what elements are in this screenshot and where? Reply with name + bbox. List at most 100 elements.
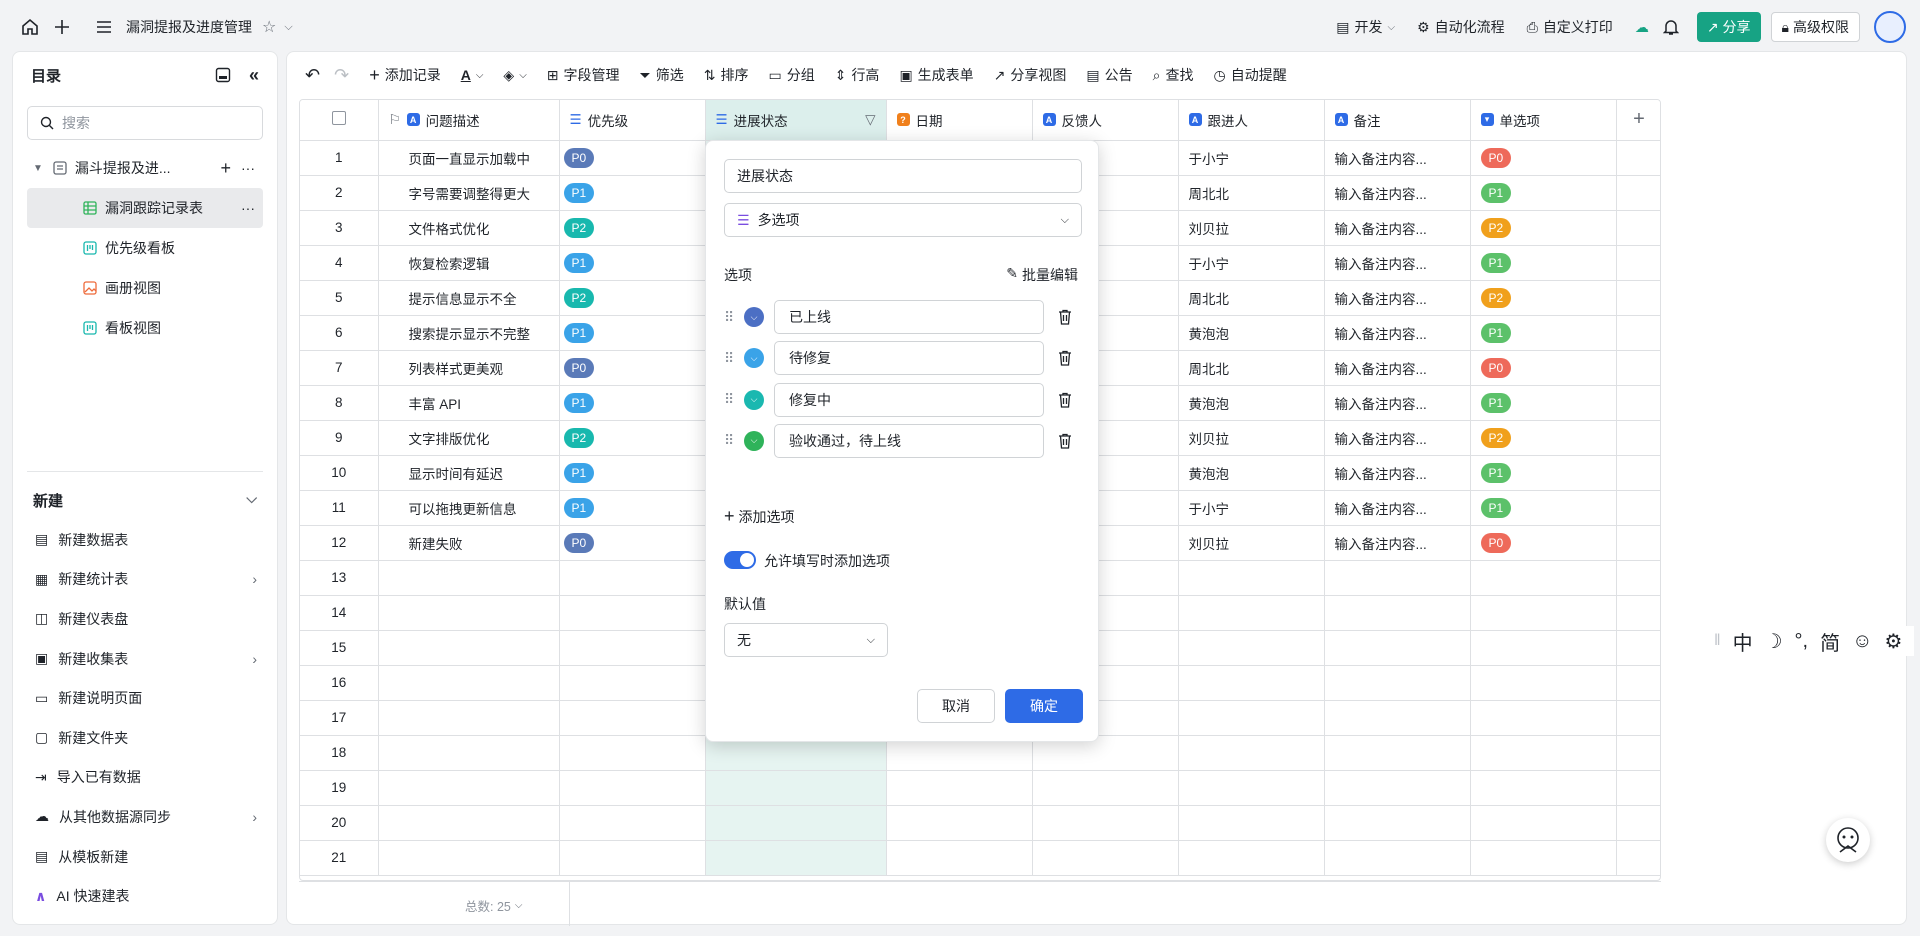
ime-simplified[interactable]: 简 [1820,627,1840,656]
batch-edit-button[interactable]: ✎ 批量编辑 [1006,265,1078,285]
sidebar-item-folder[interactable]: ▼ 漏斗提报及进... + ··· [13,148,277,188]
generate-form-button[interactable]: ▣ 生成表单 [899,65,973,85]
follower-cell[interactable]: 周北北 [1178,350,1325,386]
sort-button[interactable]: ⇅ 排序 [704,65,749,85]
column-header-desc[interactable]: ⚐ A 问题描述 [378,100,560,141]
more-icon[interactable]: ··· [241,160,255,176]
ime-grip-icon[interactable]: ‖ [1714,632,1721,650]
new-section-header[interactable]: 新建 ⌵ [33,490,257,511]
follower-cell[interactable]: 刘贝拉 [1178,210,1325,246]
desc-cell[interactable]: 页面一直显示加载中 [378,140,560,176]
empty-cell[interactable] [378,700,560,736]
empty-cell[interactable] [1178,840,1325,876]
priority-cell[interactable]: P1 [559,490,706,526]
field-type-select[interactable]: ☰ 多选项 ⌵ [724,203,1082,237]
column-header-follower[interactable]: A 跟进人 [1178,100,1325,141]
follower-cell[interactable]: 黄泡泡 [1178,315,1325,351]
find-button[interactable]: ⌕ 查找 [1153,65,1194,85]
empty-cell[interactable] [705,840,887,876]
trash-icon[interactable] [1058,392,1072,408]
option-color-picker[interactable]: ⌵ [744,430,764,451]
assistant-bot-icon[interactable] [1826,818,1870,862]
note-cell[interactable]: 输入备注内容... [1324,245,1471,281]
home-icon[interactable] [14,11,46,43]
follower-cell[interactable]: 于小宁 [1178,140,1325,176]
single-cell[interactable]: P0 [1470,350,1617,386]
empty-cell[interactable] [378,805,560,841]
allow-add-toggle[interactable] [724,551,756,569]
moon-icon[interactable]: ☽ [1765,629,1783,654]
single-cell[interactable]: P2 [1470,210,1617,246]
note-cell[interactable]: 输入备注内容... [1324,420,1471,456]
emoji-icon[interactable]: ☺ [1852,630,1872,653]
desc-cell[interactable]: 新建失败 [378,525,560,561]
dev-menu[interactable]: ▤ 开发 ⌵ [1336,17,1395,37]
trash-icon[interactable] [1058,433,1072,449]
trash-icon[interactable] [1058,350,1072,366]
desc-cell[interactable]: 显示时间有延迟 [378,455,560,491]
empty-cell[interactable] [1178,595,1325,631]
sidebar-item-priority-board[interactable]: 优先级看板 [13,228,277,268]
priority-cell[interactable]: P1 [559,455,706,491]
empty-cell[interactable] [1470,595,1617,631]
desc-cell[interactable]: 列表样式更美观 [378,350,560,386]
bell-icon[interactable] [1662,18,1679,36]
priority-cell[interactable]: P1 [559,175,706,211]
single-cell[interactable]: P2 [1470,420,1617,456]
column-header-priority[interactable]: ☰ 优先级 [559,100,706,141]
chevron-down-icon[interactable]: ⌵ [284,21,292,34]
desc-cell[interactable]: 恢复检索逻辑 [378,245,560,281]
empty-cell[interactable] [559,805,706,841]
custom-print-button[interactable]: ⎙ 自定义打印 [1527,17,1613,37]
note-cell[interactable]: 输入备注内容... [1324,350,1471,386]
follower-cell[interactable]: 周北北 [1178,175,1325,211]
empty-cell[interactable] [1470,735,1617,771]
follower-cell[interactable]: 于小宁 [1178,490,1325,526]
note-cell[interactable]: 输入备注内容... [1324,490,1471,526]
text-color-button[interactable]: A ⌵ [461,67,484,83]
priority-cell[interactable]: P0 [559,140,706,176]
option-input[interactable]: 验收通过，待上线 [774,423,1044,458]
empty-cell[interactable] [1178,770,1325,806]
desc-cell[interactable]: 丰富 API [378,385,560,421]
auto-remind-button[interactable]: ◷ 自动提醒 [1213,65,1286,85]
new-form-item[interactable]: ▣ 新建收集表 › [35,639,257,679]
field-name-input[interactable]: 进展状态 [724,159,1082,193]
notice-button[interactable]: ▤ 公告 [1086,65,1132,85]
group-button[interactable]: ▭ 分组 [768,65,814,85]
trash-icon[interactable] [1058,309,1072,325]
empty-cell[interactable] [559,630,706,666]
checkbox[interactable] [331,111,346,126]
fill-color-button[interactable]: ◈ ⌵ [503,67,526,84]
single-cell[interactable]: P1 [1470,455,1617,491]
empty-cell[interactable] [1178,630,1325,666]
note-cell[interactable]: 输入备注内容... [1324,140,1471,176]
settings-icon[interactable]: ⚙ [1885,629,1903,654]
empty-cell[interactable] [1178,665,1325,701]
column-header-status[interactable]: ☰ 进展状态 ▽ [705,100,887,141]
single-cell[interactable]: P1 [1470,315,1617,351]
priority-cell[interactable]: P0 [559,525,706,561]
redo-icon[interactable]: ↷ [334,65,349,86]
priority-cell[interactable]: P1 [559,385,706,421]
empty-cell[interactable] [1032,770,1179,806]
empty-cell[interactable] [1470,770,1617,806]
empty-cell[interactable] [1178,805,1325,841]
total-count[interactable]: 总数: 25 ⌵ [465,896,522,915]
empty-cell[interactable] [1324,595,1471,631]
follower-cell[interactable]: 刘贝拉 [1178,420,1325,456]
column-header-single[interactable]: ▾ 单选项 [1470,100,1617,141]
empty-cell[interactable] [559,735,706,771]
import-data-item[interactable]: ⇥ 导入已有数据 [35,758,257,798]
new-stats-item[interactable]: ▦ 新建统计表 › [35,560,257,600]
priority-cell[interactable]: P0 [559,350,706,386]
follower-cell[interactable]: 黄泡泡 [1178,455,1325,491]
single-cell[interactable]: P2 [1470,280,1617,316]
option-input[interactable]: 待修复 [774,341,1044,376]
single-cell[interactable]: P1 [1470,490,1617,526]
option-color-picker[interactable]: ⌵ [744,348,764,369]
option-color-picker[interactable]: ⌵ [744,307,764,327]
drag-handle-icon[interactable]: ⠿ [724,350,738,367]
single-cell[interactable]: P0 [1470,525,1617,561]
note-cell[interactable]: 输入备注内容... [1324,385,1471,421]
